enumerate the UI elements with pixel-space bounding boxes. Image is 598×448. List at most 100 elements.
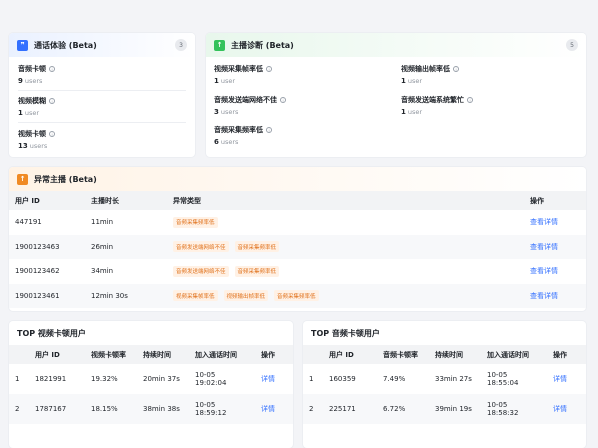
- metric-audio-send-system[interactable]: 音频发送端系统繁忙 i 1 user: [401, 95, 473, 116]
- user-id: 447191: [15, 218, 42, 227]
- user-id: 1787167: [35, 405, 67, 413]
- column-header: 用户 ID: [35, 350, 60, 359]
- join-date: 10-05: [195, 401, 216, 409]
- join-date: 10-05: [487, 401, 508, 409]
- metric-audio-stutter[interactable]: 音频卡顿 i 9 users: [18, 64, 55, 85]
- host-diagnosis-card: ↑ 主播诊断 (Beta) 5 视频采集帧率低 i 1 user 音频发送端网络不佳…: [206, 33, 586, 157]
- stutter-rate: 19.32%: [91, 375, 118, 383]
- duration: 12min 30s: [91, 291, 128, 300]
- count-badge: 5: [566, 39, 578, 51]
- view-details-link[interactable]: 查看详情: [530, 235, 586, 260]
- details-link[interactable]: 详情: [553, 364, 586, 394]
- info-icon[interactable]: i: [266, 127, 272, 133]
- anomaly-tag: 音频采集频率低: [234, 265, 280, 277]
- metric-label: 音频发送端网络不佳: [214, 96, 277, 104]
- divider: [18, 122, 186, 123]
- join-clock: 18:55:04: [487, 379, 519, 387]
- metric-unit: users: [220, 108, 239, 116]
- join-time: 10-05 18:55:04: [487, 364, 553, 394]
- call-experience-title: 通话体验 (Beta): [34, 40, 97, 50]
- table-row: 1900123461 12min 30s 视频采集帧率低 视频输出帧率低 音频采集频…: [9, 283, 586, 309]
- top-audio-table: 用户 ID 音频卡顿率 持续时间 加入通话时间 操作 1 160359 7.49…: [303, 345, 586, 424]
- duration: 26min: [91, 242, 114, 251]
- host-diagnosis-header: ↑ 主播诊断 (Beta) 5: [206, 33, 586, 57]
- top-audio-stutter-card: TOP 音频卡顿用户 用户 ID 音频卡顿率 持续时间 加入通话时间 操作 1 …: [303, 321, 586, 448]
- table-row: 2 1787167 18.15% 38min 38s 10-05 18:59:12…: [9, 394, 293, 424]
- metric-video-stutter[interactable]: 视频卡顿 i 13 users: [18, 129, 55, 150]
- column-header: 加入通话时间: [195, 350, 237, 359]
- host-diagnosis-title: 主播诊断 (Beta): [231, 40, 294, 50]
- join-date: 10-05: [487, 371, 508, 379]
- metric-label: 视频卡顿: [18, 130, 46, 138]
- column-header: 用户 ID: [329, 350, 354, 359]
- info-icon[interactable]: i: [266, 66, 272, 72]
- info-icon[interactable]: i: [467, 97, 473, 103]
- duration: 20min 37s: [143, 375, 180, 383]
- rank: 2: [15, 405, 20, 413]
- metric-video-output-fps[interactable]: 视频输出帧率低 i 1 user: [401, 64, 459, 85]
- metric-video-blur[interactable]: 视频模糊 i 1 user: [18, 96, 55, 117]
- arrow-up-icon: ↑: [17, 173, 28, 185]
- column-header: 操作: [530, 196, 544, 205]
- join-clock: 19:02:04: [195, 379, 227, 387]
- table-row: 1900123463 26min 音频发送端网络不佳 音频采集频率低 查看详情: [9, 234, 586, 260]
- call-experience-card: ❞ 通话体验 (Beta) 3 音频卡顿 i 9 users 视频模糊 i 1 user…: [9, 33, 195, 157]
- anomaly-tag: 视频采集帧率低: [173, 290, 218, 302]
- call-experience-header: ❞ 通话体验 (Beta) 3: [9, 33, 195, 57]
- info-icon[interactable]: i: [49, 66, 55, 72]
- metric-label: 视频输出帧率低: [401, 65, 450, 73]
- details-link[interactable]: 详情: [261, 364, 293, 394]
- stutter-rate: 18.15%: [91, 405, 118, 413]
- table-row: 1 1821991 19.32% 20min 37s 10-05 19:02:04…: [9, 364, 293, 394]
- duration: 34min: [91, 267, 114, 276]
- metric-audio-send-network[interactable]: 音频发送端网络不佳 i 3 users: [214, 95, 286, 116]
- metric-value: 9: [18, 77, 23, 85]
- info-icon[interactable]: i: [280, 97, 286, 103]
- metric-value: 13: [18, 142, 28, 150]
- metric-label: 音频发送端系统繁忙: [401, 96, 464, 104]
- metric-unit: user: [24, 109, 40, 117]
- anomaly-tag: 音频发送端网络不佳: [173, 241, 229, 253]
- join-time: 10-05 19:02:04: [195, 364, 261, 394]
- metric-unit: users: [220, 138, 239, 146]
- column-header: 音频卡顿率: [383, 350, 418, 359]
- metric-label: 音频采集频率低: [214, 126, 263, 134]
- metric-label: 音频卡顿: [18, 65, 46, 73]
- column-header: 加入通话时间: [487, 350, 529, 359]
- join-time: 10-05 18:59:12: [195, 394, 261, 424]
- anomaly-tag: 音频采集频率低: [234, 241, 280, 253]
- user-id: 1900123461: [15, 291, 60, 300]
- info-icon[interactable]: i: [49, 131, 55, 137]
- rank: 1: [309, 375, 314, 383]
- anomaly-types: 视频采集帧率低 视频输出帧率低 音频采集频率低: [173, 284, 530, 309]
- info-icon[interactable]: i: [49, 98, 55, 104]
- details-link[interactable]: 详情: [261, 394, 293, 424]
- duration: 39min 19s: [435, 405, 472, 413]
- table-row: 1900123462 34min 音频发送端网络不佳 音频采集频率低 查看详情: [9, 259, 586, 284]
- view-details-link[interactable]: 查看详情: [530, 259, 586, 284]
- metric-value: 1: [401, 77, 406, 85]
- anomaly-types: 音频发送端网络不佳 音频采集频率低: [173, 235, 530, 260]
- count-badge: 3: [175, 39, 187, 51]
- join-clock: 18:59:12: [195, 409, 227, 417]
- table-row: 2 225171 6.72% 39min 19s 10-05 18:58:32 详…: [303, 394, 586, 424]
- anomaly-tag: 音频采集频率低: [274, 290, 319, 302]
- user-id: 160359: [329, 375, 356, 383]
- info-icon[interactable]: i: [453, 66, 459, 72]
- abnormal-hosts-card: ↑ 异常主播 (Beta) 用户 ID 主播时长 异常类型 操作 447191 …: [9, 167, 586, 311]
- metric-audio-capture-rate[interactable]: 音频采集频率低 i 6 users: [214, 125, 272, 146]
- metric-video-capture-fps[interactable]: 视频采集帧率低 i 1 user: [214, 64, 272, 85]
- top-video-table: 用户 ID 视频卡顿率 持续时间 加入通话时间 操作 1 1821991 19.…: [9, 345, 293, 424]
- table-header-row: 用户 ID 主播时长 异常类型 操作: [9, 191, 586, 210]
- metric-unit: user: [407, 108, 423, 116]
- view-details-link[interactable]: 查看详情: [530, 210, 586, 235]
- abnormal-hosts-table: 用户 ID 主播时长 异常类型 操作 447191 11min 音频采集频率低 …: [9, 191, 586, 308]
- top-video-stutter-card: TOP 视频卡顿用户 用户 ID 视频卡顿率 持续时间 加入通话时间 操作 1 …: [9, 321, 293, 448]
- abnormal-hosts-title: 异常主播 (Beta): [34, 174, 97, 184]
- view-details-link[interactable]: 查看详情: [530, 284, 586, 309]
- details-link[interactable]: 详情: [553, 394, 586, 424]
- column-header: [9, 345, 35, 364]
- column-header: 操作: [553, 350, 567, 359]
- metric-unit: users: [24, 77, 43, 85]
- metric-label: 视频采集帧率低: [214, 65, 263, 73]
